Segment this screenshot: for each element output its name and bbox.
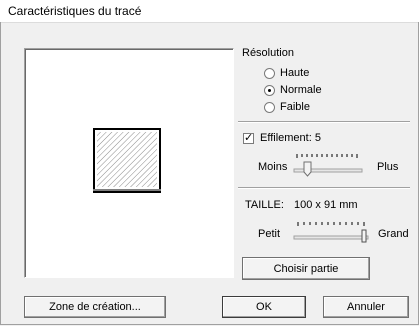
- radio-normale-label: Normale: [280, 84, 322, 96]
- radio-normale[interactable]: Normale: [264, 83, 322, 97]
- size-min-label: Petit: [258, 228, 281, 240]
- effilement-min-label: Moins: [258, 161, 288, 173]
- size-slider[interactable]: [292, 220, 372, 246]
- size-slider-thumb[interactable]: [361, 229, 367, 243]
- title-bar: Caractéristiques du tracé: [0, 0, 419, 23]
- cancel-button[interactable]: Annuler: [323, 296, 409, 318]
- resolution-label: Résolution: [242, 47, 294, 59]
- separator-2: [238, 187, 410, 189]
- window-title: Caractéristiques du tracé: [8, 4, 142, 18]
- stitch-preview-swatch: [93, 128, 161, 193]
- effilement-slider-ticks: [296, 154, 358, 158]
- radio-normale-indicator[interactable]: [264, 84, 275, 96]
- size-max-label: Grand: [378, 228, 409, 240]
- radio-faible-label: Faible: [280, 101, 310, 113]
- radio-haute-indicator[interactable]: [264, 67, 275, 79]
- size-slider-track: [293, 235, 369, 240]
- choose-part-button[interactable]: Choisir partie: [242, 257, 370, 280]
- ok-button[interactable]: OK: [222, 296, 306, 318]
- effilement-label: Effilement: 5: [260, 132, 321, 144]
- radio-haute-label: Haute: [280, 67, 310, 79]
- taille-value: 100 x 91 mm: [294, 199, 358, 211]
- effilement-checkbox-row[interactable]: Effilement: 5: [243, 131, 321, 144]
- separator-1: [238, 121, 410, 123]
- radio-faible[interactable]: Faible: [264, 100, 310, 114]
- effilement-max-label: Plus: [377, 161, 399, 173]
- effilement-slider[interactable]: [292, 152, 366, 178]
- effilement-slider-thumb[interactable]: [303, 161, 312, 177]
- preview-pane: [24, 48, 234, 278]
- size-slider-ticks: [297, 222, 365, 226]
- zone-creation-button[interactable]: Zone de création...: [24, 296, 166, 318]
- radio-faible-indicator[interactable]: [264, 101, 275, 113]
- taille-label: TAILLE:: [245, 199, 284, 211]
- effilement-checkbox[interactable]: [243, 131, 254, 144]
- radio-haute[interactable]: Haute: [264, 66, 309, 80]
